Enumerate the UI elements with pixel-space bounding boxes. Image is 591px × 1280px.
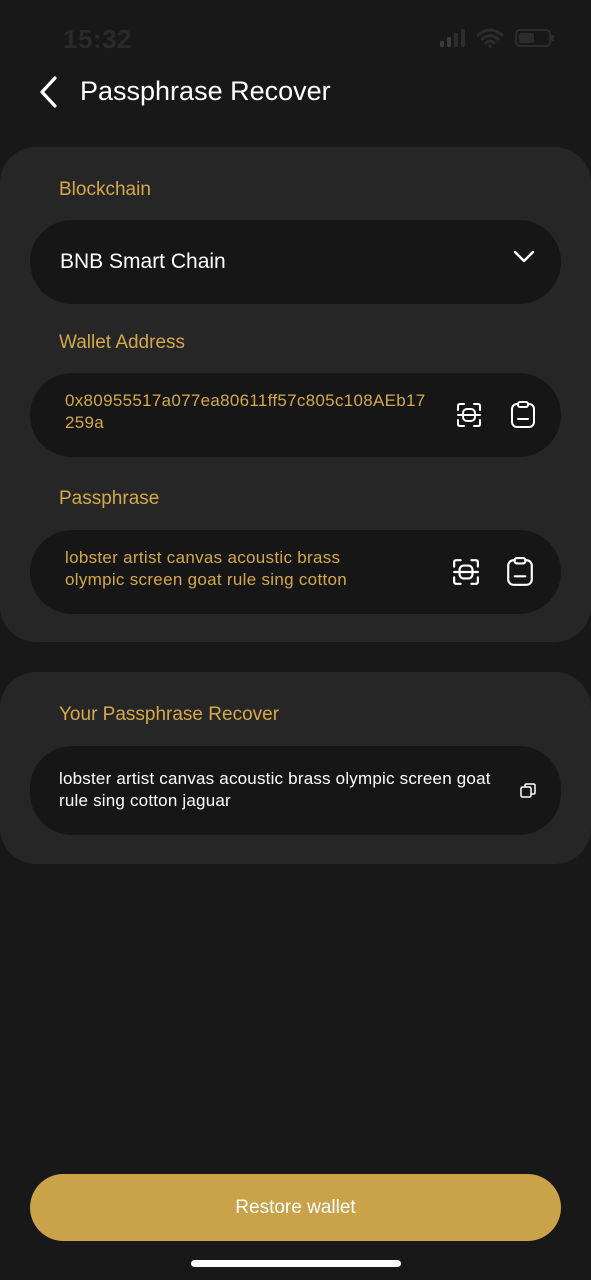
paste-address-button[interactable] [506,398,540,432]
battery-icon [515,29,554,47]
status-icons [440,28,554,48]
scan-passphrase-button[interactable] [449,555,483,589]
blockchain-select[interactable]: BNB Smart Chain [30,220,561,304]
paste-passphrase-button[interactable] [503,555,537,589]
wallet-address-value: 0x80955517a077ea80611ff57c805c108AEb1725… [65,391,426,432]
restore-wallet-button[interactable]: Restore wallet [30,1174,561,1241]
recovered-passphrase-card: Your Passphrase Recover lobster artist c… [0,672,591,864]
header: Passphrase Recover [0,60,591,126]
passphrase-value: lobster artist canvas acoustic brass oly… [65,548,347,589]
back-button[interactable] [26,70,70,114]
scan-address-button[interactable] [452,398,486,432]
scan-icon [457,403,481,427]
wallet-address-field[interactable]: 0x80955517a077ea80611ff57c805c108AEb1725… [30,373,561,457]
recover-form-card: Blockchain BNB Smart Chain Wallet Addres… [0,147,591,642]
blockchain-select-value: BNB Smart Chain [60,250,226,273]
scan-icon [453,559,479,585]
recovered-passphrase-value: lobster artist canvas acoustic brass oly… [59,769,491,810]
passphrase-field[interactable]: lobster artist canvas acoustic brass oly… [30,530,561,614]
page-title: Passphrase Recover [80,76,331,106]
copy-icon [520,783,536,798]
passphrase-label: Passphrase [59,488,160,509]
paste-icon [511,401,535,428]
wallet-address-label: Wallet Address [59,332,186,353]
recovered-passphrase-label: Your Passphrase Recover [59,704,280,725]
blockchain-label: Blockchain [59,179,151,200]
status-time: 15:32 [63,24,132,54]
chevron-down-icon [513,250,535,263]
home-indicator [191,1260,401,1267]
copy-passphrase-button[interactable] [511,774,545,808]
paste-icon [507,557,533,586]
signal-icon [440,29,465,47]
wifi-icon [477,28,503,48]
recovered-passphrase-field: lobster artist canvas acoustic brass oly… [30,746,561,835]
chevron-left-icon [40,76,57,108]
